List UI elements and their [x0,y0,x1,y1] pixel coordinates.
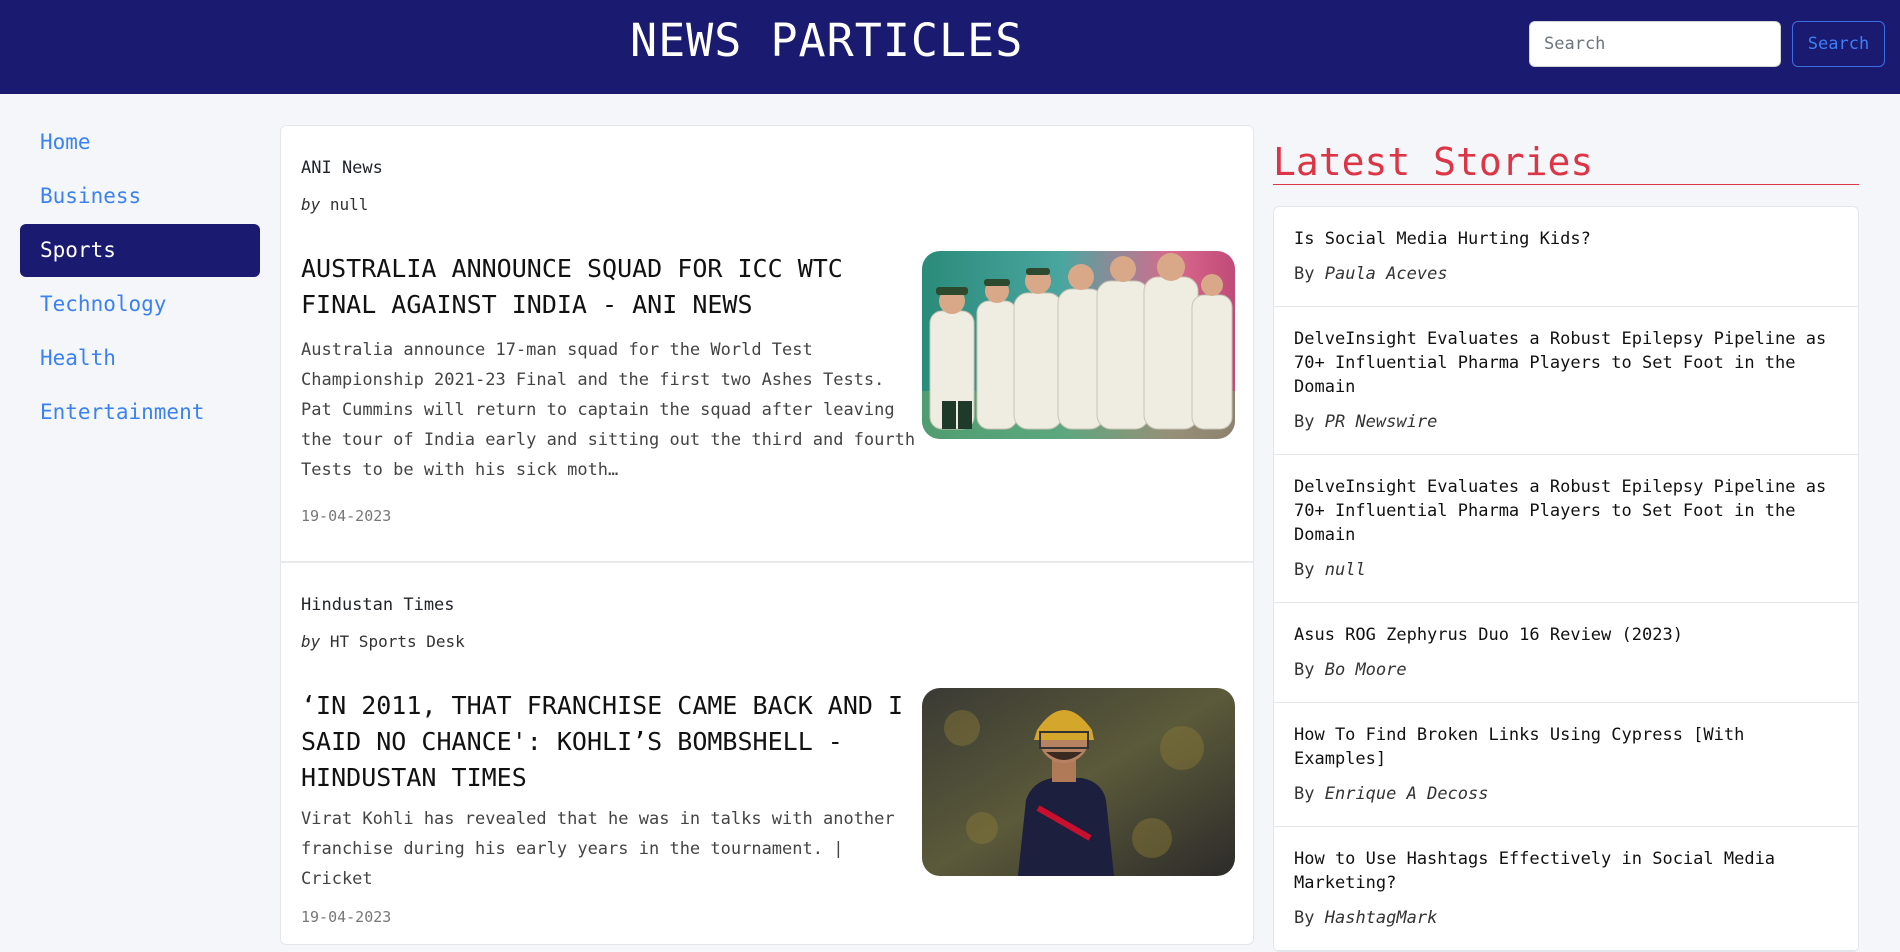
news-description: Australia announce 17-man squad for the … [301,340,916,480]
news-title[interactable]: ‘IN 2011, THAT FRANCHISE CAME BACK AND I… [301,688,911,796]
news-description: Virat Kohli has revealed that he was in … [301,809,895,889]
author-name: Paula Aceves [1324,264,1448,284]
news-source: ANI News [301,158,383,178]
sidebar-item-home[interactable]: Home [20,116,260,169]
author-name: PR Newswire [1324,412,1438,432]
navbar: NEWS PARTICLES Search [0,0,1900,94]
story-author: By Paula Aceves [1294,264,1838,306]
sidebar-item-business[interactable]: Business [20,170,260,223]
news-card[interactable]: ANI News by null AUSTRALIA ANNOUNCE SQUA… [281,126,1253,563]
author-name: HT Sports Desk [329,632,465,651]
news-date: 19-04-2023 [301,908,392,926]
by-label: by [301,632,321,651]
story-item[interactable]: Asus ROG Zephyrus Duo 16 Review (2023) B… [1274,603,1858,703]
by-label: By [1294,560,1315,580]
story-author: By PR Newswire [1294,412,1838,454]
cricketer-image [922,688,1235,876]
latest-stories-panel: Latest Stories Is Social Media Hurting K… [1273,140,1859,952]
sidebar-item-health[interactable]: Health [20,332,260,385]
author-name: HashtagMark [1324,908,1438,928]
by-label: By [1294,908,1315,928]
story-title[interactable]: How to Use Hashtags Effectively in Socia… [1294,847,1838,895]
story-item[interactable]: How To Find Broken Links Using Cypress [… [1274,703,1858,827]
by-label: By [1294,660,1315,680]
search-input[interactable] [1529,21,1781,67]
brand-title[interactable]: NEWS PARTICLES [630,14,1023,67]
sidebar-item-sports[interactable]: Sports [20,224,260,277]
story-item[interactable]: How to Use Hashtags Effectively in Socia… [1274,827,1858,951]
story-title[interactable]: DelveInsight Evaluates a Robust Epilepsy… [1294,475,1838,547]
news-date: 19-04-2023 [301,507,392,525]
heading-divider [1273,184,1859,185]
story-author: By null [1294,560,1838,602]
story-author: By HashtagMark [1294,908,1838,950]
author-name: Enrique A Decoss [1324,784,1489,804]
news-title[interactable]: AUSTRALIA ANNOUNCE SQUAD FOR ICC WTC FIN… [301,251,911,323]
cricket-team-image [922,251,1235,439]
story-author: By Bo Moore [1294,660,1838,702]
news-image-cricket-team[interactable] [922,251,1235,439]
story-item[interactable]: Is Social Media Hurting Kids? By Paula A… [1274,207,1858,307]
by-label: by [301,195,321,214]
sidebar: Home Business Sports Technology Health E… [20,116,260,440]
by-label: By [1294,412,1315,432]
story-author: By Enrique A Decoss [1294,784,1838,826]
author-name: null [1324,560,1366,580]
search-button[interactable]: Search [1792,21,1885,67]
story-title[interactable]: DelveInsight Evaluates a Robust Epilepsy… [1294,327,1838,399]
story-title[interactable]: Is Social Media Hurting Kids? [1294,227,1838,251]
author-name: null [329,195,369,214]
news-card[interactable]: Hindustan Times by HT Sports Desk ‘IN 20… [281,563,1253,944]
stories-list: Is Social Media Hurting Kids? By Paula A… [1273,206,1859,952]
sidebar-item-entertainment[interactable]: Entertainment [20,386,260,439]
latest-stories-heading: Latest Stories [1273,140,1594,184]
by-label: By [1294,264,1315,284]
story-item[interactable]: DelveInsight Evaluates a Robust Epilepsy… [1274,455,1858,603]
story-title[interactable]: Asus ROG Zephyrus Duo 16 Review (2023) [1294,623,1838,647]
sidebar-item-technology[interactable]: Technology [20,278,260,331]
by-label: By [1294,784,1315,804]
story-item[interactable]: DelveInsight Evaluates a Robust Epilepsy… [1274,307,1858,455]
news-image-cricketer[interactable] [922,688,1235,876]
story-title[interactable]: How To Find Broken Links Using Cypress [… [1294,723,1838,771]
news-feed: ANI News by null AUSTRALIA ANNOUNCE SQUA… [280,125,1254,945]
news-author: by HT Sports Desk [301,632,465,651]
news-author: by null [301,195,368,214]
news-source: Hindustan Times [301,595,455,615]
author-name: Bo Moore [1324,660,1407,680]
